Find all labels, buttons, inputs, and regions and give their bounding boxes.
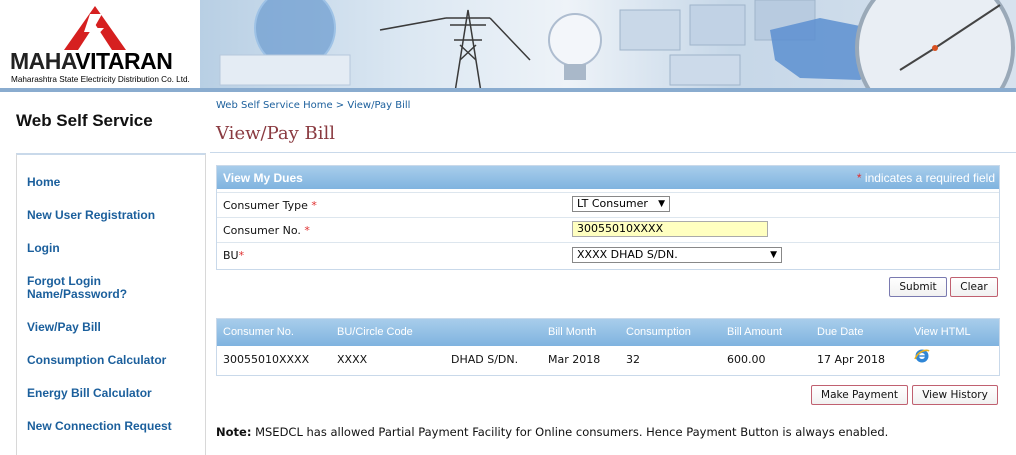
nav-item-login[interactable]: Login <box>27 242 60 255</box>
form-heading: View My Dues <box>223 171 303 185</box>
table-header: Consumer No. BU/Circle Code Bill Month C… <box>217 319 999 346</box>
logo-tagline: Maharashtra State Electricity Distributi… <box>11 75 190 84</box>
form-header: View My Dues * indicates a required fiel… <box>217 166 999 189</box>
dropdown-arrow-icon: ▼ <box>770 250 777 260</box>
logo-text-vitaran: VITARAN <box>75 48 173 74</box>
col-consumer-no: Consumer No. <box>223 326 294 338</box>
note-text: MSEDCL has allowed Partial Payment Facil… <box>251 425 889 439</box>
cell-bu-code: XXXX <box>337 353 368 366</box>
make-payment-button[interactable]: Make Payment <box>811 385 908 405</box>
required-mark: * <box>238 249 245 262</box>
banner-illustration <box>219 0 1015 92</box>
required-mark: * <box>856 171 862 185</box>
col-view-html: View HTML <box>914 326 971 338</box>
nav-item-new-connection-request[interactable]: New Connection Request <box>27 420 172 433</box>
consumer-no-label: Consumer No. * <box>223 224 310 237</box>
nav-item-new-user-registration[interactable]: New User Registration <box>27 209 155 222</box>
left-navigation: Home New User Registration Login Forgot … <box>16 153 206 455</box>
breadcrumb[interactable]: Web Self Service Home > View/Pay Bill <box>216 100 410 111</box>
consumer-no-row: Consumer No. * 30055010XXXX <box>217 217 999 243</box>
consumer-type-label-text: Consumer Type <box>223 199 308 212</box>
bu-row: BU* XXXX DHAD S/DN. ▼ <box>217 242 999 268</box>
clear-button[interactable]: Clear <box>950 277 998 297</box>
consumer-type-label: Consumer Type * <box>223 199 317 212</box>
col-due-date: Due Date <box>817 326 864 338</box>
required-mark: * <box>311 199 317 212</box>
col-consumption: Consumption <box>626 326 691 338</box>
submit-button[interactable]: Submit <box>889 277 947 297</box>
header-banner <box>200 0 1016 92</box>
view-my-dues-form: View My Dues * indicates a required fiel… <box>216 165 1000 270</box>
logo-text-maha: MAHA <box>10 48 76 74</box>
nav-item-view-pay-bill[interactable]: View/Pay Bill <box>27 321 101 334</box>
view-history-button[interactable]: View History <box>912 385 998 405</box>
title-divider <box>210 152 1016 153</box>
lightning-logo-icon <box>64 6 126 50</box>
nav-item-energy-bill-calculator[interactable]: Energy Bill Calculator <box>27 387 152 400</box>
col-bu-circle-code: BU/Circle Code <box>337 326 413 338</box>
header-divider <box>0 88 1016 92</box>
consumer-no-input[interactable]: 30055010XXXX <box>572 221 768 237</box>
cell-consumption: 32 <box>626 353 640 366</box>
site-header: MAHAVITARAN Maharashtra State Electricit… <box>0 0 1016 92</box>
cell-circle: DHAD S/DN. <box>451 353 519 366</box>
cell-bill-month: Mar 2018 <box>548 353 601 366</box>
required-note-text: indicates a required field <box>864 171 995 185</box>
cell-bill-amount: 600.00 <box>727 353 766 366</box>
consumer-no-label-text: Consumer No. <box>223 224 301 237</box>
required-mark: * <box>304 224 310 237</box>
note-prefix: Note: <box>216 425 252 439</box>
nav-item-consumption-calculator[interactable]: Consumption Calculator <box>27 354 166 367</box>
required-field-note: * indicates a required field <box>857 171 995 185</box>
bu-label-text: BU <box>223 249 239 262</box>
logo: MAHAVITARAN Maharashtra State Electricit… <box>0 0 200 92</box>
ie-browser-icon[interactable] <box>914 348 930 364</box>
nav-item-forgot-login[interactable]: Forgot Login Name/Password? <box>27 275 157 301</box>
consumer-type-select[interactable]: LT Consumer ▼ <box>572 196 670 212</box>
bu-value: XXXX DHAD S/DN. <box>577 248 678 261</box>
col-bill-month: Bill Month <box>548 326 597 338</box>
page-title: View/Pay Bill <box>216 123 335 144</box>
bu-select[interactable]: XXXX DHAD S/DN. ▼ <box>572 247 782 263</box>
dropdown-arrow-icon: ▼ <box>658 199 665 209</box>
cell-consumer-no: 30055010XXXX <box>223 353 310 366</box>
nav-item-home[interactable]: Home <box>27 176 60 189</box>
site-title: Web Self Service <box>16 111 153 130</box>
col-bill-amount: Bill Amount <box>727 326 783 338</box>
bu-label: BU* <box>223 249 244 262</box>
cell-due-date: 17 Apr 2018 <box>817 353 886 366</box>
consumer-type-value: LT Consumer <box>577 197 648 210</box>
payment-note: Note: MSEDCL has allowed Partial Payment… <box>216 425 888 439</box>
bill-results-table: Consumer No. BU/Circle Code Bill Month C… <box>216 318 1000 376</box>
consumer-type-row: Consumer Type * LT Consumer ▼ <box>217 192 999 218</box>
